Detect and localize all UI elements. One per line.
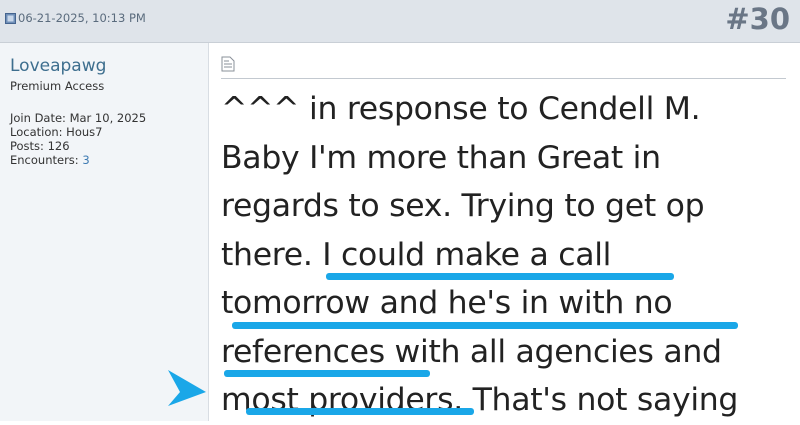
post-content: ^^^ in response to Cendell M. Baby I'm m… xyxy=(209,43,800,421)
message-line: ^^^ in response to Cendell M. xyxy=(221,91,701,127)
message-line: references with all agencies and xyxy=(221,333,722,370)
message-line: tomorrow and he's in with no xyxy=(221,285,673,321)
content-divider xyxy=(221,78,786,79)
encounters-label: Encounters: xyxy=(10,153,83,167)
post-number-link[interactable]: #30 xyxy=(725,2,790,36)
post-count: Posts: 126 xyxy=(10,139,70,153)
document-icon xyxy=(221,56,235,72)
message-line: most providers. That's not saying xyxy=(221,382,739,418)
message-line: regards to sex. Trying to get op xyxy=(221,188,705,224)
post-date: 06-21-2025, 10:13 PM xyxy=(18,11,146,25)
message-line: Baby I'm more than Great in xyxy=(221,139,661,176)
post-header: 06-21-2025, 10:13 PM #30 xyxy=(0,0,800,43)
location: Location: Hous7 xyxy=(10,125,103,139)
encounters-count-link[interactable]: 3 xyxy=(82,153,89,167)
encounters: Encounters: 3 xyxy=(10,153,90,167)
join-date: Join Date: Mar 10, 2025 xyxy=(10,111,147,125)
user-info-sidebar: Loveapawg Premium Access Join Date: Mar … xyxy=(0,43,209,421)
post-message: ^^^ in response to Cendell M. Baby I'm m… xyxy=(221,85,799,425)
message-line: there. I could make a call xyxy=(221,236,612,273)
user-title: Premium Access xyxy=(10,79,105,93)
post-status-icon xyxy=(5,13,16,24)
username-link[interactable]: Loveapawg xyxy=(10,56,106,76)
